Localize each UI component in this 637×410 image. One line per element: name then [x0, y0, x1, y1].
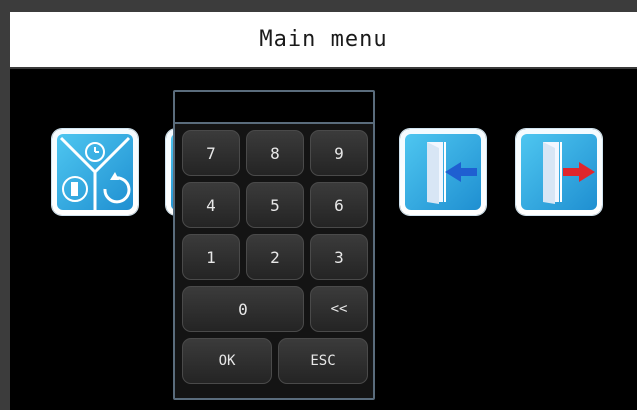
numeric-keypad: 7 8 9 4 5 6 1 2 3 0 << OK ESC: [173, 90, 375, 400]
key-label: 8: [270, 143, 280, 163]
left-border: [0, 0, 10, 410]
key-label: 4: [206, 195, 216, 215]
key-8[interactable]: 8: [246, 130, 304, 176]
door-exit-icon: [521, 134, 597, 210]
key-6[interactable]: 6: [310, 182, 368, 228]
title-bar: Main menu: [10, 12, 637, 69]
key-label: 9: [334, 143, 344, 163]
key-7[interactable]: 7: [182, 130, 240, 176]
key-label: 5: [270, 195, 280, 215]
key-label: 0: [238, 299, 248, 319]
settings-mode-icon: [57, 134, 133, 210]
keypad-display: [175, 92, 373, 124]
key-label: ESC: [310, 353, 336, 369]
settings-mode-button[interactable]: [52, 129, 138, 215]
door-enter-button[interactable]: [400, 129, 486, 215]
key-5[interactable]: 5: [246, 182, 304, 228]
key-label: OK: [218, 353, 236, 369]
backspace-button[interactable]: <<: [310, 286, 368, 332]
key-label: 7: [206, 143, 216, 163]
key-label: 1: [206, 247, 216, 267]
key-0[interactable]: 0: [182, 286, 304, 332]
key-9[interactable]: 9: [310, 130, 368, 176]
door-enter-icon: [405, 134, 481, 210]
ok-button[interactable]: OK: [182, 338, 272, 384]
top-border: [0, 0, 637, 12]
key-3[interactable]: 3: [310, 234, 368, 280]
key-label: <<: [330, 301, 348, 317]
door-exit-button[interactable]: [516, 129, 602, 215]
key-1[interactable]: 1: [182, 234, 240, 280]
key-label: 3: [334, 247, 344, 267]
page-title: Main menu: [259, 27, 388, 52]
key-4[interactable]: 4: [182, 182, 240, 228]
key-label: 6: [334, 195, 344, 215]
key-label: 2: [270, 247, 280, 267]
key-2[interactable]: 2: [246, 234, 304, 280]
esc-button[interactable]: ESC: [278, 338, 368, 384]
